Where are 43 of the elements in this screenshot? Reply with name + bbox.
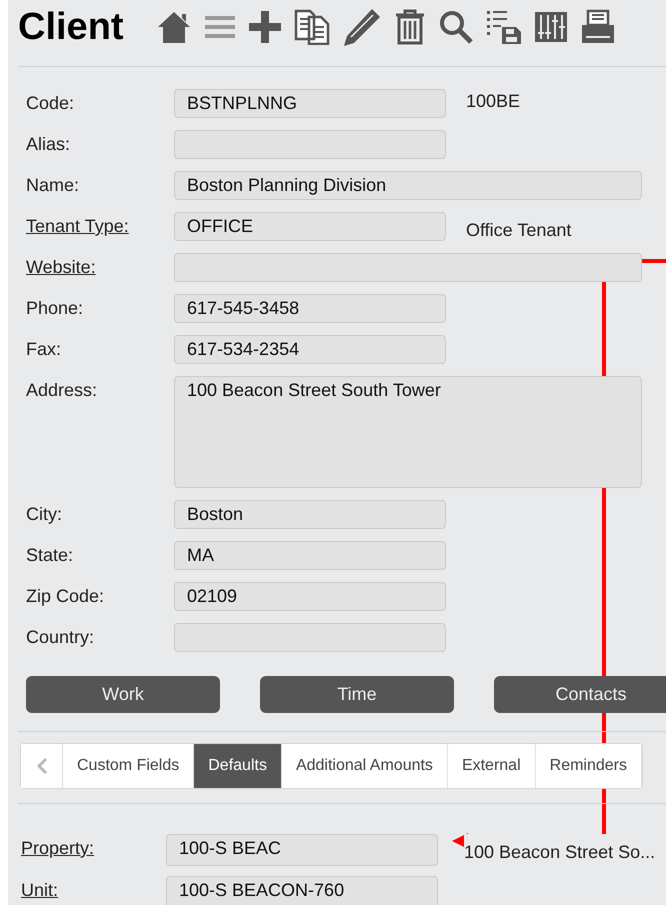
action-button[interactable]: Work xyxy=(26,676,220,713)
delete-icon[interactable] xyxy=(394,9,426,45)
field-label: Alias: xyxy=(26,133,72,155)
field-link[interactable]: Tenant Type: xyxy=(26,212,174,237)
printer-icon[interactable] xyxy=(580,9,616,45)
chevron-left-icon xyxy=(36,757,48,775)
action-button[interactable]: Time xyxy=(260,676,454,713)
tab[interactable]: Defaults xyxy=(194,744,282,788)
action-button[interactable]: Contacts xyxy=(494,676,666,713)
field-label: State: xyxy=(26,544,74,566)
field-link[interactable]: Unit: xyxy=(21,876,166,901)
field-label: City: xyxy=(26,503,63,525)
sliders-icon[interactable] xyxy=(534,11,568,43)
search-icon[interactable] xyxy=(438,9,474,45)
input-field[interactable]: 100-S BEAC xyxy=(166,834,438,866)
add-icon[interactable] xyxy=(248,10,282,44)
input-field[interactable] xyxy=(174,623,446,652)
input-field[interactable] xyxy=(174,130,446,159)
input-field[interactable]: 617-545-3458 xyxy=(174,294,446,323)
input-field[interactable]: 617-534-2354 xyxy=(174,335,446,364)
input-field[interactable]: 100-S BEACON-760 xyxy=(166,876,438,905)
home-icon[interactable] xyxy=(156,10,192,44)
copy-icon[interactable] xyxy=(294,9,330,45)
list-save-icon[interactable] xyxy=(486,9,522,45)
input-field[interactable]: BSTNPLNNG xyxy=(174,89,446,118)
input-field[interactable]: Boston Planning Division xyxy=(174,171,642,200)
input-field[interactable]: OFFICE xyxy=(174,212,446,241)
field-label: Code: xyxy=(26,92,76,114)
field-link[interactable]: Property: xyxy=(21,834,166,859)
field-label: Phone: xyxy=(26,297,84,319)
input-field[interactable]: 02109 xyxy=(174,582,446,611)
input-field[interactable]: Boston xyxy=(174,500,446,529)
input-field[interactable]: MA xyxy=(174,541,446,570)
page-title: Client xyxy=(18,6,124,48)
field-link[interactable]: Website: xyxy=(26,253,174,278)
field-label: Zip Code: xyxy=(26,585,106,607)
pencil-icon[interactable] xyxy=(342,7,382,47)
field-label: Name: xyxy=(26,174,80,196)
field-label: Address: xyxy=(26,379,98,401)
input-field[interactable] xyxy=(174,253,642,282)
field-label: Fax: xyxy=(26,338,62,360)
field-label: Country: xyxy=(26,626,96,648)
text-area[interactable]: 100 Beacon Street South Tower xyxy=(174,376,642,488)
